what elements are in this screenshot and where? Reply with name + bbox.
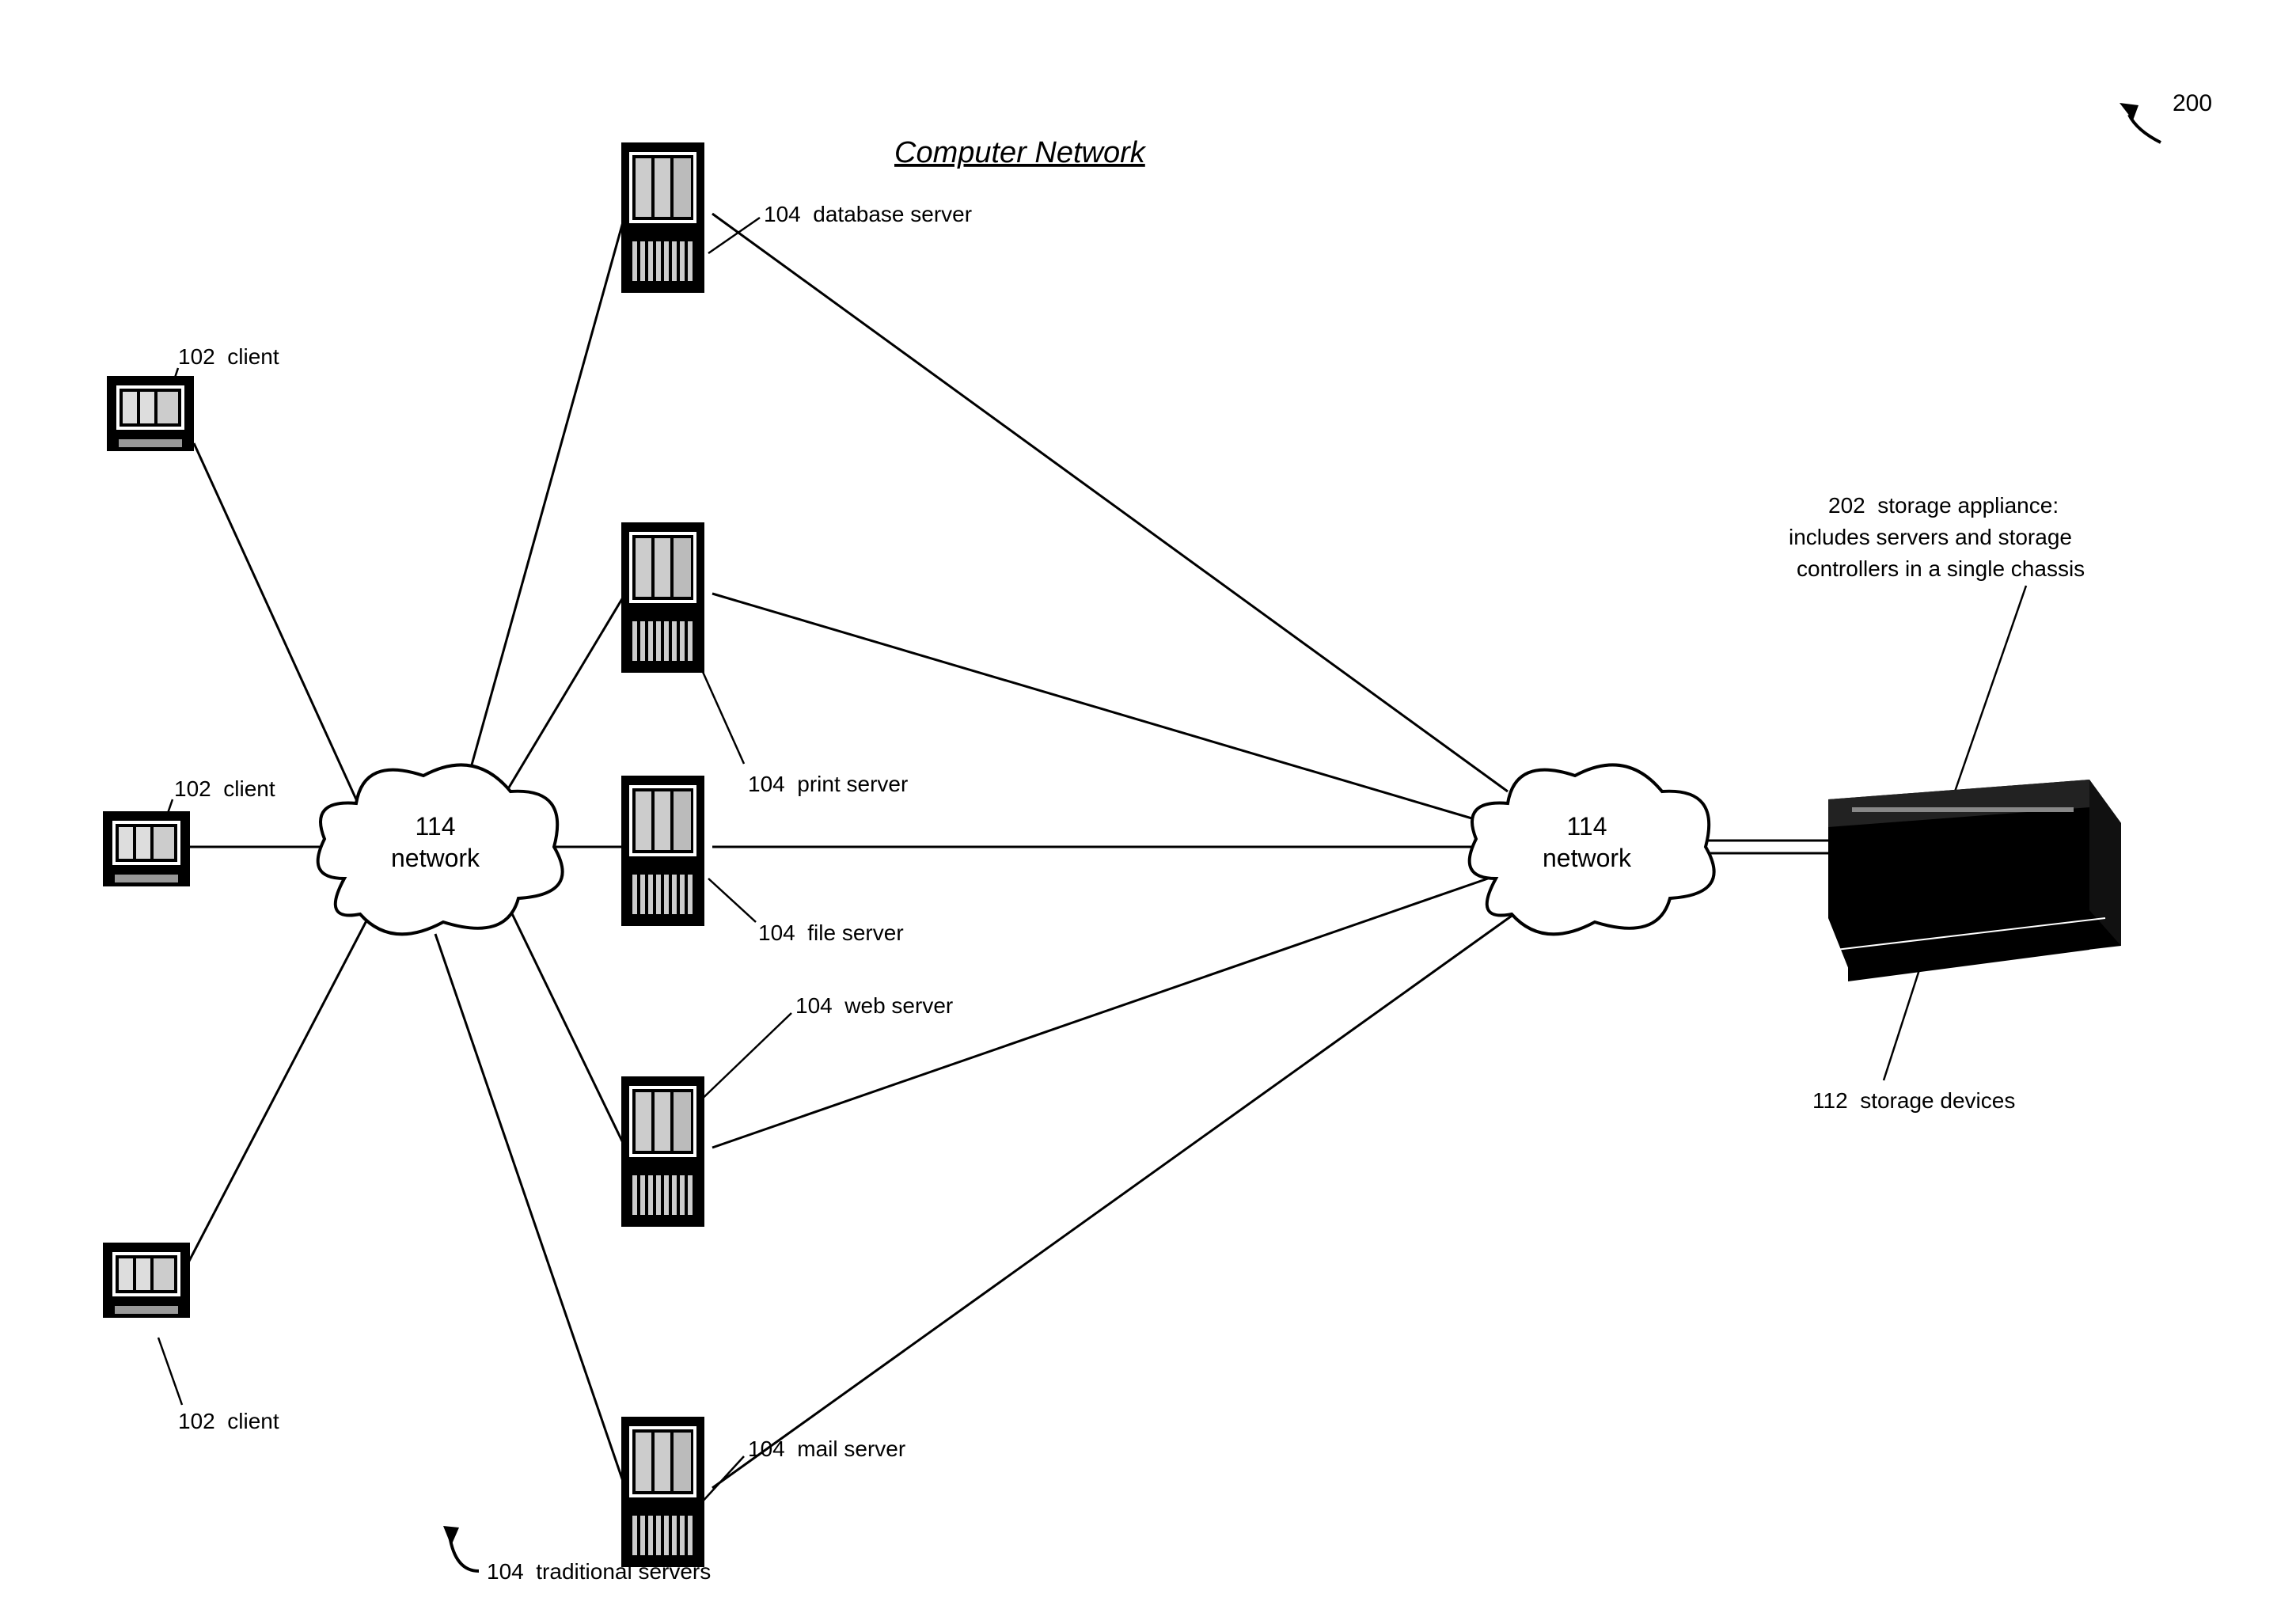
client-2: 102 client bbox=[103, 776, 275, 886]
svg-text:114: 114 bbox=[415, 812, 455, 841]
server-mail: 104 mail server bbox=[621, 1417, 905, 1567]
figure-ref: 200 bbox=[2173, 90, 2212, 116]
server-web: 104 web server bbox=[621, 993, 953, 1227]
svg-text:104 file server: 104 file server bbox=[758, 920, 904, 945]
svg-text:102 client: 102 client bbox=[174, 776, 275, 801]
appliance-label: 202 storage appliance: includes servers … bbox=[1789, 493, 2085, 581]
svg-text:104 mail server: 104 mail server bbox=[748, 1437, 905, 1461]
svg-text:network: network bbox=[1543, 844, 1632, 872]
svg-text:102 client: 102 client bbox=[178, 1409, 279, 1433]
storage-appliance bbox=[1828, 780, 2121, 981]
svg-text:controllers in a single chassi: controllers in a single chassis bbox=[1797, 556, 2085, 581]
svg-text:102 client: 102 client bbox=[178, 344, 279, 369]
diagram-title: Computer Network bbox=[894, 136, 1147, 169]
network-diagram: 200 Computer Network 102 client 102 clie… bbox=[0, 0, 2296, 1613]
server-file: 104 file server bbox=[621, 776, 904, 945]
network-cloud-left: 114 network bbox=[318, 765, 563, 934]
storage-devices-label: 112 storage devices bbox=[1812, 1088, 2015, 1113]
server-print: 104 print server bbox=[621, 522, 908, 796]
svg-text:104 database server: 104 database server bbox=[764, 202, 972, 226]
figure-ref-arrow: 200 bbox=[2120, 90, 2212, 142]
svg-text:104 web server: 104 web server bbox=[795, 993, 953, 1018]
svg-text:202 storage appliance:: 202 storage appliance: bbox=[1828, 493, 2059, 518]
client-1: 102 client bbox=[107, 344, 279, 451]
svg-text:includes servers and storage: includes servers and storage bbox=[1789, 525, 2072, 549]
svg-text:network: network bbox=[391, 844, 480, 872]
server-group-arrow bbox=[443, 1526, 479, 1571]
client-3: 102 client bbox=[103, 1243, 279, 1433]
svg-text:104 print server: 104 print server bbox=[748, 772, 908, 796]
svg-text:114: 114 bbox=[1566, 812, 1607, 841]
server-group-label: 104 traditional servers bbox=[487, 1559, 711, 1584]
